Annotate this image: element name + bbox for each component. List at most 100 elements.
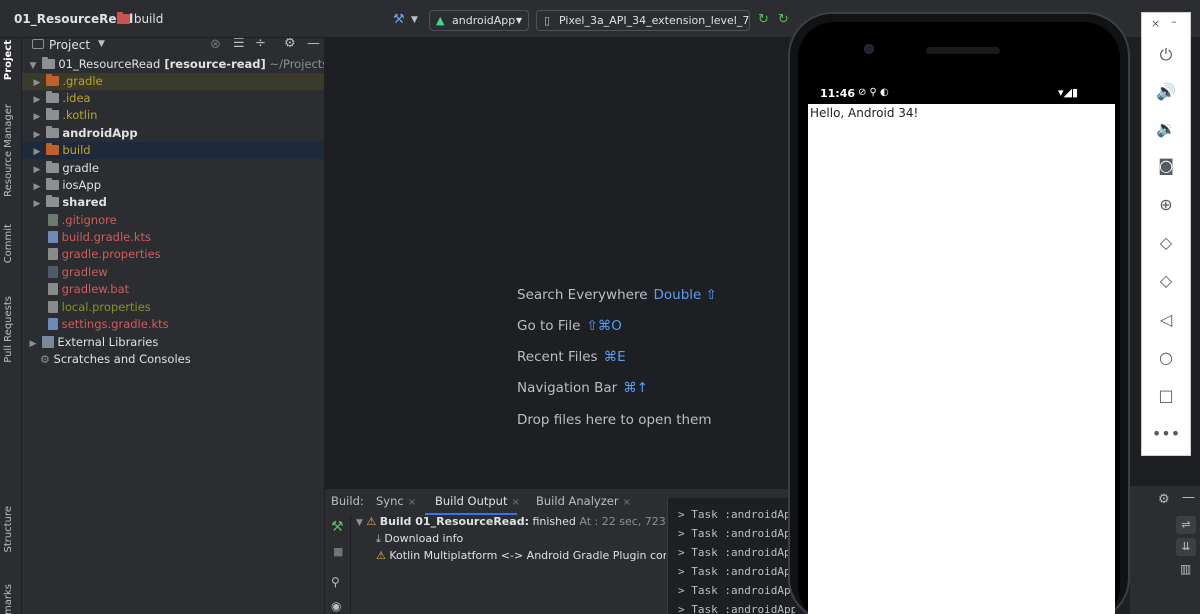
console-line: > Task :androidApp xyxy=(678,603,795,614)
tree-row[interactable]: ▶ gradle xyxy=(22,160,324,177)
tree-item-label: .idea xyxy=(62,91,91,105)
android-status-bar: 11:46 ⊘ ⚲ ◐ ▾◢▮ xyxy=(808,84,1114,104)
device-screen[interactable]: Hello, Android 34! xyxy=(808,104,1115,614)
breadcrumb-project[interactable]: 01_ResourceRead xyxy=(14,12,133,26)
camera-icon[interactable]: ◙ xyxy=(1142,156,1190,176)
tree-row[interactable]: ▶ androidApp xyxy=(22,125,324,142)
build-result-row[interactable]: ▼ ⚠ Build 01_ResourceRead: finished At :… xyxy=(356,515,686,528)
front-camera xyxy=(864,44,874,54)
tree-row[interactable]: gradle.properties xyxy=(22,246,324,263)
volume-up-icon[interactable]: 🔊 xyxy=(1142,82,1190,102)
hammer-icon[interactable]: ⚒ xyxy=(393,10,405,30)
gear-icon[interactable]: ⚙ xyxy=(1158,492,1170,507)
tab-resource-manager[interactable]: Resource Manager xyxy=(3,104,14,197)
chevron-down-icon: ▼ xyxy=(356,518,363,528)
home-icon[interactable]: ○ xyxy=(1142,348,1190,368)
app-greeting-text: Hello, Android 34! xyxy=(810,106,919,120)
project-panel: Project ▼ ⊗ ☰ ÷ ⚙ — ▼ 01_ResourceRead [r… xyxy=(22,38,325,614)
tree-row[interactable]: ⚙ Scratches and Consoles xyxy=(22,351,324,368)
hammer-icon[interactable]: ⚒ xyxy=(331,519,344,535)
tab-build-output[interactable]: Build Output × xyxy=(435,494,520,508)
breadcrumb-folder[interactable]: build xyxy=(117,12,163,26)
gear-icon[interactable]: ⚙ xyxy=(284,38,296,51)
gitignore-file-icon xyxy=(48,214,58,226)
tab-build-analyzer[interactable]: Build Analyzer × xyxy=(536,494,631,508)
ide-window: 01_ResourceRead build ⚒ ▼ ▲ androidApp ▼… xyxy=(0,0,1200,614)
hint-recent-files: Recent Files ⌘E xyxy=(517,349,626,365)
soft-wrap-icon[interactable]: ⇌ xyxy=(1176,516,1196,534)
folder-icon xyxy=(45,91,59,103)
pin-icon[interactable]: ⚲ xyxy=(331,575,340,589)
stop-icon[interactable]: ■ xyxy=(333,545,343,558)
tab-sync[interactable]: Sync × xyxy=(376,494,416,508)
trash-icon[interactable]: ▥ xyxy=(1180,562,1191,576)
tab-structure[interactable]: Structure xyxy=(3,506,14,553)
minimize-icon[interactable]: — xyxy=(307,38,320,51)
overview-icon[interactable]: □ xyxy=(1142,386,1190,406)
hint-search-everywhere: Search Everywhere Double ⇧ xyxy=(517,287,717,303)
minimize-icon[interactable]: — xyxy=(1182,490,1195,505)
rotate-right-icon[interactable]: ◇ xyxy=(1142,271,1190,291)
tree-item-label: gradlew xyxy=(61,265,108,279)
tree-item-label: .gradle xyxy=(62,74,103,88)
apply-changes-icon[interactable]: ↻ xyxy=(758,10,769,30)
scroll-to-end-icon[interactable]: ⇊ xyxy=(1176,538,1196,556)
volume-down-icon[interactable]: 🔉 xyxy=(1142,119,1190,139)
tab-commit[interactable]: Commit xyxy=(3,224,14,263)
tree-row[interactable]: settings.gradle.kts xyxy=(22,316,324,333)
chevron-down-icon[interactable]: ▼ xyxy=(98,39,105,49)
collapse-all-icon[interactable]: ÷ xyxy=(255,38,266,51)
tree-row-selected[interactable]: ▶ build xyxy=(22,142,324,159)
folder-icon xyxy=(45,74,59,86)
tab-build-output-label: Build Output xyxy=(435,494,508,508)
tab-project[interactable]: Project xyxy=(3,40,14,80)
locate-icon[interactable]: ⊗ xyxy=(210,38,221,52)
tree-row[interactable]: ▼ 01_ResourceRead [resource-read] ~/Proj… xyxy=(22,56,324,73)
warning-row[interactable]: ⚠ Kotlin Multiplatform <-> Android Gradl… xyxy=(376,549,666,562)
zoom-icon[interactable]: ⊕ xyxy=(1142,195,1190,215)
tree-row[interactable]: build.gradle.kts xyxy=(22,229,324,246)
device-selector[interactable]: ▯ Pixel_3a_API_34_extension_level_7_arm xyxy=(536,10,750,31)
rotate-left-icon[interactable]: ◇ xyxy=(1142,233,1190,253)
tree-row[interactable]: ▶ iosApp xyxy=(22,177,324,194)
apply-code-changes-icon[interactable]: ↻ xyxy=(778,10,789,30)
project-view-title[interactable]: Project xyxy=(49,38,90,52)
close-icon[interactable]: × xyxy=(623,497,631,508)
power-icon[interactable]: ⏻ xyxy=(1142,45,1190,65)
tree-row[interactable]: ▶ .idea xyxy=(22,90,324,107)
tree-row[interactable]: ▶ External Libraries xyxy=(22,334,324,351)
run-config-selector[interactable]: ▲ androidApp ▼ xyxy=(429,10,529,31)
tree-item-label: settings.gradle.kts xyxy=(61,317,169,331)
console-line: > Task :androidApp xyxy=(678,584,795,597)
close-icon[interactable]: × xyxy=(408,497,416,508)
tab-bookmarks[interactable]: Bookmarks xyxy=(3,584,14,614)
console-line: > Task :androidApp xyxy=(678,565,795,578)
tree-row[interactable]: gradlew.bat xyxy=(22,281,324,298)
left-tool-stripe: Project Resource Manager Commit Pull Req… xyxy=(0,38,22,614)
tree-row[interactable]: local.properties xyxy=(22,299,324,316)
console-line: > Task :androidApp xyxy=(678,546,795,559)
download-info-row[interactable]: ⤓ Download info xyxy=(376,532,463,546)
chevron-right-icon: ▶ xyxy=(33,112,41,122)
tree-row[interactable]: gradlew xyxy=(22,264,324,281)
more-icon[interactable]: ••• xyxy=(1142,424,1190,444)
minimize-icon[interactable]: – xyxy=(1171,15,1177,28)
build-console[interactable]: > Task :androidApp > Task :androidApp > … xyxy=(667,498,795,614)
expand-all-icon[interactable]: ☰ xyxy=(233,38,245,51)
back-icon[interactable]: ◁ xyxy=(1142,310,1190,330)
tree-row[interactable]: .gitignore xyxy=(22,212,324,229)
hint-shortcut: ⌘E xyxy=(603,349,626,365)
close-icon[interactable]: × xyxy=(511,497,519,508)
breadcrumb-folder-label: build xyxy=(133,12,164,26)
tab-pull-requests[interactable]: Pull Requests xyxy=(3,296,14,363)
chevron-down-icon[interactable]: ▼ xyxy=(411,10,418,30)
eye-icon[interactable]: ◉ xyxy=(331,599,341,613)
text-file-icon xyxy=(48,283,58,295)
tree-item-label: .kotlin xyxy=(62,108,98,122)
warning-icon: ⚠ xyxy=(376,549,386,562)
tree-row[interactable]: ▶ shared xyxy=(22,194,324,211)
close-icon[interactable]: × xyxy=(1151,17,1160,30)
tree-row[interactable]: ▶ .gradle xyxy=(22,73,324,90)
warning-label: Kotlin Multiplatform <-> Android Gradle … xyxy=(389,549,666,562)
tree-row[interactable]: ▶ .kotlin xyxy=(22,107,324,124)
